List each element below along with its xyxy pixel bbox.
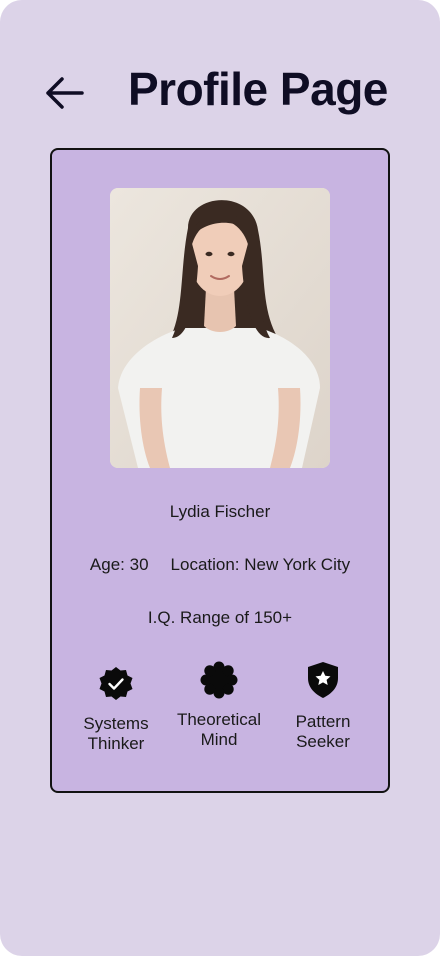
shield-star-icon [308, 662, 338, 698]
arrow-left-icon [46, 77, 84, 109]
badge-label: Pattern Seeker [295, 712, 351, 751]
badge-label: Theoretical Mind [176, 710, 262, 749]
badge-label: Systems Thinker [83, 714, 149, 753]
badge-systems-thinker: Systems Thinker [61, 664, 171, 754]
profile-age: Age: 30 [89, 555, 149, 574]
profile-details: Age: 30 Location: New York City [52, 555, 388, 575]
profile-screen: Profile Page Lydia Fischer Age: 30 Locat… [0, 0, 440, 956]
page-title: Profile Page [128, 63, 388, 115]
badge-theoretical-mind: Theoretical Mind [164, 660, 274, 750]
back-button[interactable] [42, 72, 86, 114]
profile-photo [110, 188, 330, 468]
profile-card: Lydia Fischer Age: 30 Location: New York … [50, 148, 390, 793]
profile-location: Location: New York City [170, 555, 351, 574]
profile-iq: I.Q. Range of 150+ [147, 608, 293, 627]
profile-name: Lydia Fischer [169, 502, 271, 521]
verified-check-badge-icon [99, 667, 133, 700]
badge-pattern-seeker: Pattern Seeker [268, 660, 378, 752]
scalloped-badge-icon [200, 661, 238, 699]
badge-row: Systems Thinker Theoretical Mind Pattern… [52, 660, 388, 770]
